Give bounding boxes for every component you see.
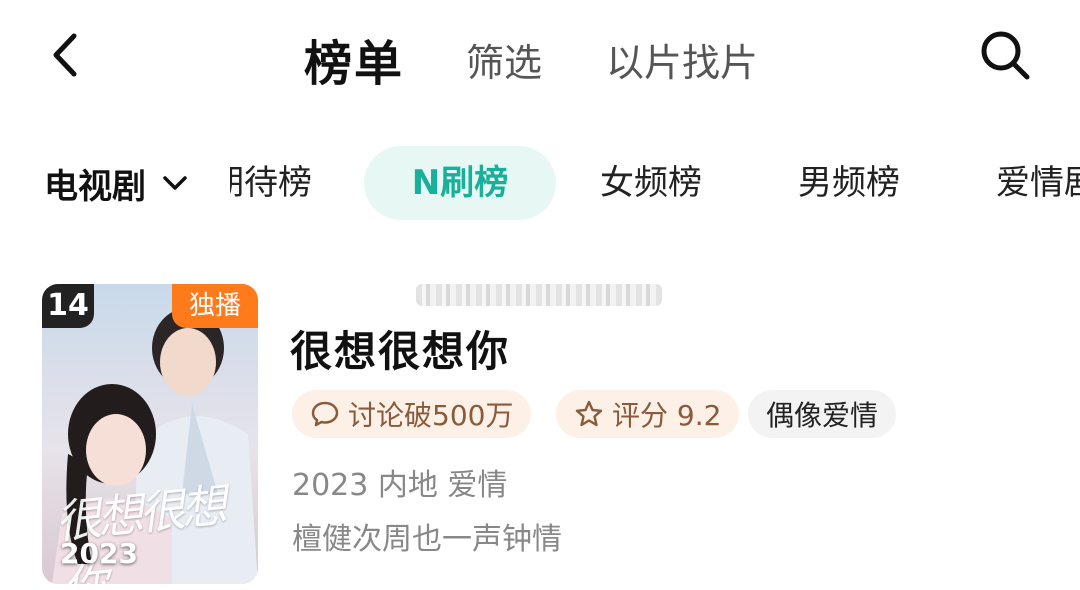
rank-badge: 14 — [42, 284, 94, 328]
score-tag-label: 评分 9.2 — [612, 399, 722, 432]
discussion-tag: 讨论破500万 — [292, 390, 532, 438]
blurred-watermark — [416, 284, 662, 306]
back-arrow-icon — [53, 33, 77, 77]
back-button[interactable] — [44, 30, 88, 80]
pill-romance[interactable]: 爱情剧 — [996, 146, 1080, 220]
star-icon — [575, 400, 603, 427]
show-title[interactable]: 很想很想你 — [290, 318, 510, 379]
show-cast: 檀健次周也一声钟情 — [292, 522, 562, 557]
discussion-tag-label: 讨论破500万 — [348, 399, 514, 432]
pill-male-channel[interactable]: 男频榜 — [798, 146, 900, 220]
search-icon — [981, 31, 1030, 80]
search-button[interactable] — [978, 28, 1032, 82]
tab-filter[interactable]: 筛选 — [466, 32, 542, 87]
pill-rewatch[interactable]: N刷榜 — [364, 146, 556, 220]
genre-tag: 偶像爱情 — [748, 390, 897, 438]
tab-ranking[interactable]: 榜单 — [304, 24, 404, 94]
tab-find-by-image[interactable]: 以片找片 — [606, 32, 758, 87]
chevron-down-icon — [163, 176, 187, 190]
pill-anticipated[interactable]: 期待榜 — [230, 146, 330, 220]
category-dropdown-label: 电视剧 — [44, 166, 146, 207]
poster-image[interactable]: 很想很想你 14 独播 2023 — [42, 284, 258, 584]
score-tag: 评分 9.2 — [556, 390, 740, 438]
chat-bubble-icon — [311, 401, 339, 427]
category-dropdown[interactable]: 电视剧 — [44, 160, 190, 207]
exclusive-badge: 独播 — [172, 284, 258, 328]
poster-year: 2023 — [60, 537, 138, 570]
show-meta: 2023 内地 爱情 — [292, 468, 508, 503]
pill-female-channel[interactable]: 女频榜 — [600, 146, 702, 220]
